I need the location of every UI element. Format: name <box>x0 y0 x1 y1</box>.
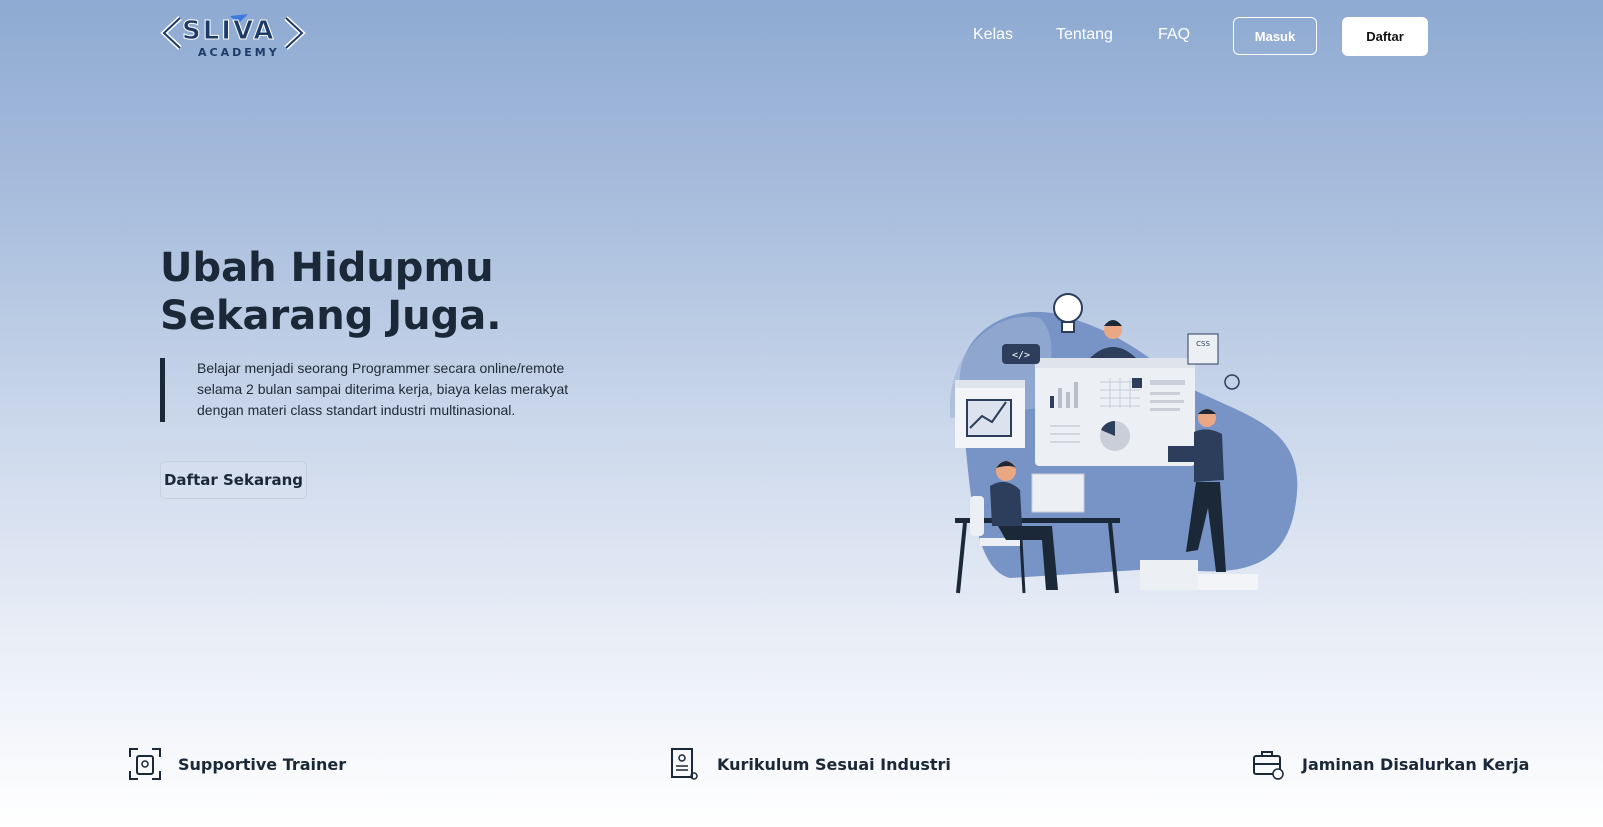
hero-title: Ubah Hidupmu Sekarang Juga. <box>160 244 580 340</box>
feature-kurikulum: Kurikulum Sesuai Industri <box>667 746 951 782</box>
brand-logo[interactable]: SLIVA ACADEMY <box>160 12 310 62</box>
nav-link-faq[interactable]: FAQ <box>1158 26 1190 44</box>
feature-supportive-trainer: Supportive Trainer <box>128 746 346 782</box>
login-button[interactable]: Masuk <box>1233 17 1317 55</box>
hero-title-line2: Sekarang Juga. <box>160 293 502 339</box>
register-button[interactable]: Daftar <box>1342 17 1428 56</box>
hero-title-line1: Ubah Hidupmu <box>160 245 494 291</box>
nav-link-kelas[interactable]: Kelas <box>973 26 1013 44</box>
hero-description-block: Belajar menjadi seorang Programmer secar… <box>160 358 580 422</box>
feature-jaminan-kerja: Jaminan Disalurkan Kerja <box>1252 746 1529 782</box>
feature-label: Jaminan Disalurkan Kerja <box>1302 754 1530 774</box>
hero-description: Belajar menjadi seorang Programmer secar… <box>197 360 569 418</box>
top-navbar: SLIVA ACADEMY Kelas Tentang FAQ Masuk Da… <box>0 0 1603 74</box>
briefcase-icon <box>1253 751 1284 780</box>
svg-text:</>: </> <box>1012 350 1030 361</box>
quote-bar <box>160 358 165 422</box>
nav-link-tentang[interactable]: Tentang <box>1056 26 1113 44</box>
brand-tagline: ACADEMY <box>198 46 280 59</box>
cta-daftar-sekarang-button[interactable]: Daftar Sekarang <box>160 461 307 499</box>
trainer-badge-icon <box>129 748 161 780</box>
brand-name: SLIVA <box>181 16 276 47</box>
team-working-illustration: </> CSS <box>950 293 1298 594</box>
feature-label: Supportive Trainer <box>178 754 347 774</box>
certificate-icon <box>671 748 698 780</box>
svg-text:CSS: CSS <box>1196 340 1210 348</box>
feature-label: Kurikulum Sesuai Industri <box>717 754 951 774</box>
